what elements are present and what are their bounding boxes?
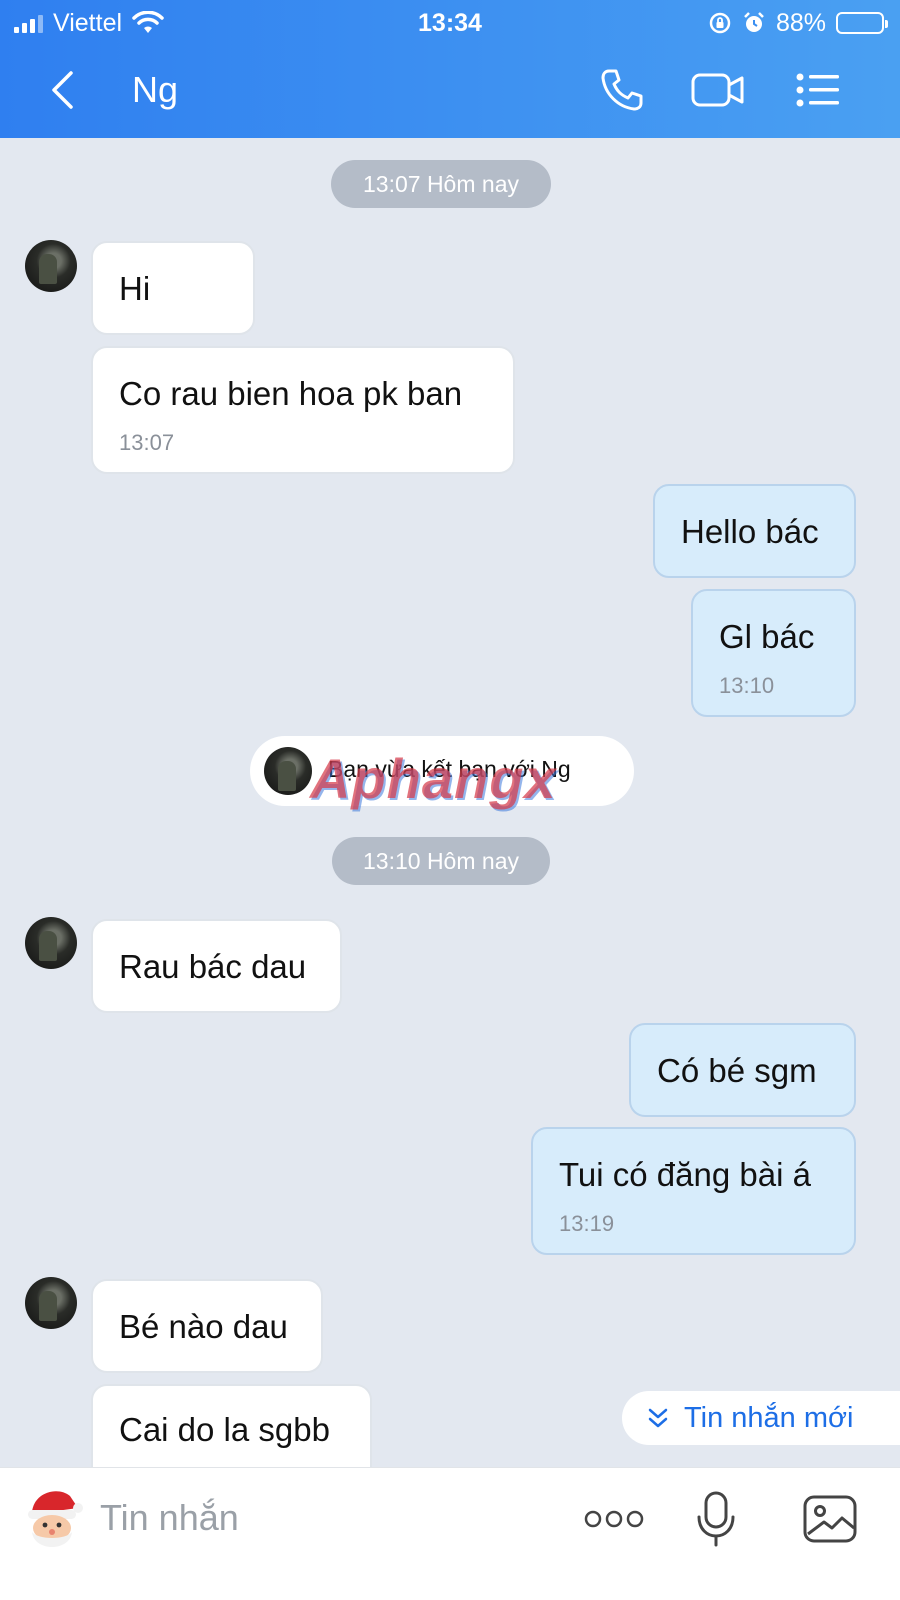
message-bubble-incoming[interactable]: Rau bác dau — [91, 919, 342, 1013]
date-separator: 13:07 Hôm nay — [331, 160, 551, 208]
message-text: Gl bác — [719, 618, 815, 655]
message-text: Bé nào dau — [119, 1308, 288, 1345]
message-bubble-incoming[interactable]: Co rau bien hoa pk ban 13:07 — [91, 346, 515, 474]
message-input[interactable] — [100, 1488, 540, 1548]
chevron-double-down-icon — [648, 1408, 668, 1428]
santa-sticker-icon — [28, 1491, 83, 1547]
microphone-icon — [697, 1491, 735, 1547]
more-button[interactable] — [582, 1490, 646, 1548]
message-bubble-outgoing[interactable]: Gl bác 13:10 — [691, 589, 856, 717]
alarm-icon — [744, 12, 764, 32]
message-bubble-outgoing[interactable]: Có bé sgm — [629, 1023, 856, 1117]
message-timestamp: 13:07 — [119, 430, 175, 455]
friend-added-notice[interactable]: Bạn vừa kết bạn với Ng — [250, 736, 634, 806]
orientation-lock-icon — [709, 12, 731, 34]
more-dots-icon — [584, 1510, 644, 1528]
message-timestamp: 13:19 — [559, 1211, 615, 1236]
chat-header: Viettel 13:34 88% Ng — [0, 0, 900, 138]
call-button[interactable] — [594, 64, 650, 116]
message-bubble-incoming[interactable]: Bé nào dau — [91, 1279, 323, 1373]
list-menu-icon — [796, 73, 839, 107]
message-text: Có bé sgm — [657, 1052, 817, 1089]
contact-name[interactable]: Ng — [132, 68, 178, 112]
message-text: Rau bác dau — [119, 948, 307, 985]
menu-button[interactable] — [790, 64, 846, 116]
video-camera-icon — [691, 73, 744, 107]
sticker-button[interactable] — [14, 1482, 88, 1554]
chevron-left-icon — [52, 71, 73, 109]
image-icon — [803, 1495, 857, 1543]
friend-added-text: Bạn vừa kết bạn với Ng — [328, 756, 571, 782]
message-timestamp: 13:10 — [719, 673, 775, 698]
contact-avatar — [264, 747, 312, 795]
contact-avatar[interactable] — [25, 240, 77, 292]
message-text: Co rau bien hoa pk ban — [119, 375, 463, 412]
message-bubble-outgoing[interactable]: Hello bác — [653, 484, 856, 578]
message-bubble-outgoing[interactable]: Tui có đăng bài á 13:19 — [531, 1127, 856, 1255]
status-bar-right: 88% — [708, 6, 888, 40]
new-messages-button[interactable]: Tin nhắn mới — [622, 1391, 900, 1445]
message-text: Tui có đăng bài á — [559, 1156, 811, 1193]
battery-percent: 88% — [775, 9, 826, 37]
voice-button[interactable] — [694, 1490, 738, 1548]
message-text: Hello bác — [681, 513, 819, 550]
date-separator: 13:10 Hôm nay — [332, 837, 550, 885]
phone-icon — [601, 69, 643, 111]
contact-avatar[interactable] — [25, 1277, 77, 1329]
battery-icon — [836, 12, 888, 34]
message-bubble-incoming[interactable]: Hi — [91, 241, 255, 335]
contact-avatar[interactable] — [25, 917, 77, 969]
new-messages-label: Tin nhắn mới — [684, 1401, 854, 1434]
back-button[interactable] — [40, 66, 84, 114]
video-call-button[interactable] — [690, 64, 746, 116]
message-text: Hi — [119, 270, 151, 307]
image-button[interactable] — [800, 1490, 860, 1548]
message-input-bar — [0, 1467, 900, 1600]
message-text: Cai do la sgbb — [119, 1411, 330, 1448]
